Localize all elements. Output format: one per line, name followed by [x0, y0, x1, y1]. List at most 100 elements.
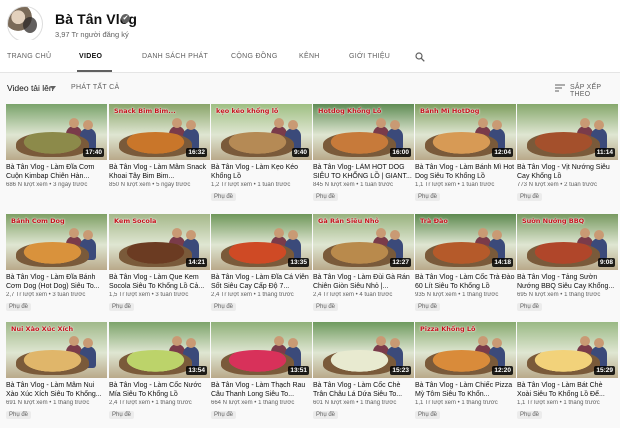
play-all-button[interactable]: PHÁT TẤT CẢ — [71, 84, 119, 91]
verified-check-icon: ✔ — [121, 14, 130, 23]
video-thumbnail[interactable]: Snack Bim Bim... 16:32 — [109, 104, 210, 160]
video-title[interactable]: Bà Tân Vlog - Làm Đùi Gà Rán Chiên Giòn … — [313, 273, 414, 291]
video-meta: 1,5 Tr lượt xem • 3 tuần trước — [109, 292, 189, 298]
video-thumbnail[interactable]: Gà Rán Siêu Nhỏ 12:27 — [313, 214, 414, 270]
video-thumbnail[interactable]: Kem Socola 14:21 — [109, 214, 210, 270]
thumbnail-food — [323, 242, 396, 267]
subtitles-badge: Phụ đề — [211, 193, 237, 201]
video-thumbnail[interactable]: Bánh Mì HotDog 12:04 — [415, 104, 516, 160]
thumbnail-food — [425, 242, 498, 267]
subtitles-badge: Phụ đề — [517, 411, 543, 419]
thumbnail-person-head — [172, 228, 182, 238]
subtitles-badge: Phụ đề — [415, 193, 441, 201]
video-card[interactable]: 13:54 Bà Tân Vlog - Làm Cốc Nước Mía Siêu… — [109, 322, 210, 428]
thumbnail-person-head — [580, 228, 590, 238]
tab-playlists[interactable]: DANH SÁCH PHÁT — [142, 53, 208, 60]
video-duration: 17:40 — [83, 148, 104, 157]
video-meta: 695 N lượt xem • 1 tháng trước — [517, 292, 601, 298]
thumbnail-person-head — [274, 228, 284, 238]
video-thumbnail[interactable]: 13:51 — [211, 322, 312, 378]
video-card[interactable]: 15:29 Bà Tân Vlog - Làm Bát Chè Xoài Siêu… — [517, 322, 618, 428]
thumbnail-food — [425, 132, 498, 157]
thumbnail-caption: kẹo kéo khổng lồ — [216, 107, 279, 115]
video-title[interactable]: Bà Tân Vlog - Làm Kẹo Kéo Khổng Lồ — [211, 163, 312, 181]
video-title[interactable]: Bà Tân Vlog- LÀM HOT DOG SIÊU TO KHỔNG L… — [313, 163, 414, 181]
video-card[interactable]: Pizza Khổng Lồ 12:20 Bà Tân Vlog - Làm Chi… — [415, 322, 516, 428]
thumbnail-person-head — [186, 230, 196, 240]
channel-tabs: TRANG CHỦ VIDEO DANH SÁCH PHÁT CỘNG ĐỒNG… — [0, 40, 620, 73]
video-thumbnail[interactable]: Bánh Cơm Dog — [6, 214, 107, 270]
video-title[interactable]: Bà Tân Vlog - Làm Chiếc Pizza Mỳ Tôm Siê… — [415, 381, 516, 399]
thumbnail-person-head — [274, 336, 284, 346]
video-thumbnail[interactable]: Nui Xào Xúc Xích — [6, 322, 107, 378]
video-title[interactable]: Bà Tân Vlog - Vịt Nướng Siêu Cay Khổng L… — [517, 163, 618, 181]
video-thumbnail[interactable]: Sườn Nướng BBQ 9:08 — [517, 214, 618, 270]
video-title[interactable]: Bà Tân Vlog - Làm Mâm Snack Khoai Tây Bi… — [109, 163, 210, 181]
video-thumbnail[interactable]: Pizza Khổng Lồ 12:20 — [415, 322, 516, 378]
channel-avatar[interactable] — [7, 6, 43, 42]
sort-by-button[interactable]: SẮP XẾP THEO — [570, 84, 620, 98]
video-thumbnail[interactable]: kẹo kéo khổng lồ 9:40 — [211, 104, 312, 160]
thumbnail-food — [323, 350, 396, 375]
video-thumbnail[interactable]: 15:29 — [517, 322, 618, 378]
video-card[interactable]: Sườn Nướng BBQ 9:08 Bà Tân Vlog - Tảng Sườ… — [517, 214, 618, 322]
sort-icon[interactable] — [555, 84, 565, 92]
video-card[interactable]: 11:14 Bà Tân Vlog - Vịt Nướng Siêu Cay Kh… — [517, 104, 618, 212]
video-card[interactable]: 17:40 Bà Tân Vlog - Làm Đĩa Cơm Cuộn Kimb… — [6, 104, 107, 212]
video-title[interactable]: Bà Tân Vlog - Làm Cốc Trà Đào 60 Lít Siê… — [415, 273, 516, 291]
uploads-dropdown[interactable]: Video tải lên — [7, 83, 54, 93]
video-meta: 2,4 Tr lượt xem • 1 tháng trước — [211, 292, 294, 298]
video-title[interactable]: Bà Tân Vlog - Làm Thạch Rau Câu Thanh Lo… — [211, 381, 312, 399]
video-card[interactable]: Trà Đào 14:18 Bà Tân Vlog - Làm Cốc Trà Đà… — [415, 214, 516, 322]
thumbnail-person-head — [288, 338, 298, 348]
thumbnail-person-head — [172, 118, 182, 128]
video-card[interactable]: Hotdog Khổng Lồ 16:00 Bà Tân Vlog- LÀM HOT… — [313, 104, 414, 212]
video-card[interactable]: kẹo kéo khổng lồ 9:40 Bà Tân Vlog - Làm Kẹ… — [211, 104, 312, 212]
video-title[interactable]: Bà Tân Vlog - Làm Cốc Chè Trân Châu Lá D… — [313, 381, 414, 399]
video-card[interactable]: 13:35 Bà Tân Vlog - Làm Đĩa Cá Viên Sốt S… — [211, 214, 312, 322]
video-thumbnail[interactable]: 11:14 — [517, 104, 618, 160]
video-title[interactable]: Bà Tân Vlog - Làm Bánh Mì Hot Dog Siêu T… — [415, 163, 516, 181]
tab-videos[interactable]: VIDEO — [79, 53, 102, 60]
video-title[interactable]: Bà Tân Vlog - Làm Bát Chè Xoài Siêu To K… — [517, 381, 618, 399]
thumbnail-food — [527, 132, 600, 157]
video-thumbnail[interactable]: 13:54 — [109, 322, 210, 378]
thumbnail-food — [221, 132, 294, 157]
video-thumbnail[interactable]: 17:40 — [6, 104, 107, 160]
video-meta: 664 N lượt xem • 1 tháng trước — [211, 400, 295, 406]
tab-home[interactable]: TRANG CHỦ — [7, 53, 51, 60]
caret-down-icon[interactable] — [50, 86, 56, 90]
video-card[interactable]: Kem Socola 14:21 Bà Tân Vlog - Làm Que Kem… — [109, 214, 210, 322]
video-card[interactable]: Nui Xào Xúc Xích Bà Tân Vlog - Làm Mâm Nu… — [6, 322, 107, 428]
tab-channels[interactable]: KÊNH — [299, 53, 320, 60]
video-title[interactable]: Bà Tân Vlog - Làm Cốc Nước Mía Siêu To K… — [109, 381, 210, 399]
thumbnail-person-head — [288, 230, 298, 240]
video-title[interactable]: Bà Tân Vlog - Làm Đĩa Cơm Cuộn Kimbap Ch… — [6, 163, 107, 181]
video-thumbnail[interactable]: 15:23 — [313, 322, 414, 378]
video-title[interactable]: Bà Tân Vlog - Làm Đĩa Cá Viên Sốt Siêu C… — [211, 273, 312, 291]
thumbnail-food — [527, 350, 600, 375]
video-thumbnail[interactable]: Hotdog Khổng Lồ 16:00 — [313, 104, 414, 160]
search-icon[interactable] — [415, 52, 425, 62]
video-card[interactable]: Snack Bim Bim... 16:32 Bà Tân Vlog - Làm M… — [109, 104, 210, 212]
video-title[interactable]: Bà Tân Vlog - Làm Que Kem Socola Siêu To… — [109, 273, 210, 291]
thumbnail-caption: Bánh Cơm Dog — [11, 217, 65, 225]
video-title[interactable]: Bà Tân Vlog - Làm Đĩa Bánh Cơm Dog (Hot … — [6, 273, 107, 291]
tab-about[interactable]: GIỚI THIỆU — [349, 53, 390, 60]
video-card[interactable]: 13:51 Bà Tân Vlog - Làm Thạch Rau Câu Tha… — [211, 322, 312, 428]
thumbnail-person-head — [594, 120, 604, 130]
video-thumbnail[interactable]: 13:35 — [211, 214, 312, 270]
video-thumbnail[interactable]: Trà Đào 14:18 — [415, 214, 516, 270]
video-meta: 845 N lượt xem • 1 tuần trước — [313, 182, 394, 188]
video-title[interactable]: Bà Tân Vlog - Tảng Sườn Nướng BBQ Siêu C… — [517, 273, 618, 291]
video-card[interactable]: Gà Rán Siêu Nhỏ 12:27 Bà Tân Vlog - Làm Đù… — [313, 214, 414, 322]
video-card[interactable]: Bánh Mì HotDog 12:04 Bà Tân Vlog - Làm Bán… — [415, 104, 516, 212]
tab-community[interactable]: CỘNG ĐỒNG — [231, 53, 278, 60]
subtitles-badge: Phụ đề — [109, 411, 135, 419]
subtitles-badge: Phụ đề — [517, 303, 543, 311]
video-title[interactable]: Bà Tân Vlog - Làm Mâm Nui Xào Xúc Xích S… — [6, 381, 107, 399]
thumbnail-person-head — [478, 336, 488, 346]
video-card[interactable]: 15:23 Bà Tân Vlog - Làm Cốc Chè Trân Châu… — [313, 322, 414, 428]
video-card[interactable]: Bánh Cơm Dog Bà Tân Vlog - Làm Đĩa Bánh C… — [6, 214, 107, 322]
video-duration: 11:14 — [594, 148, 615, 157]
